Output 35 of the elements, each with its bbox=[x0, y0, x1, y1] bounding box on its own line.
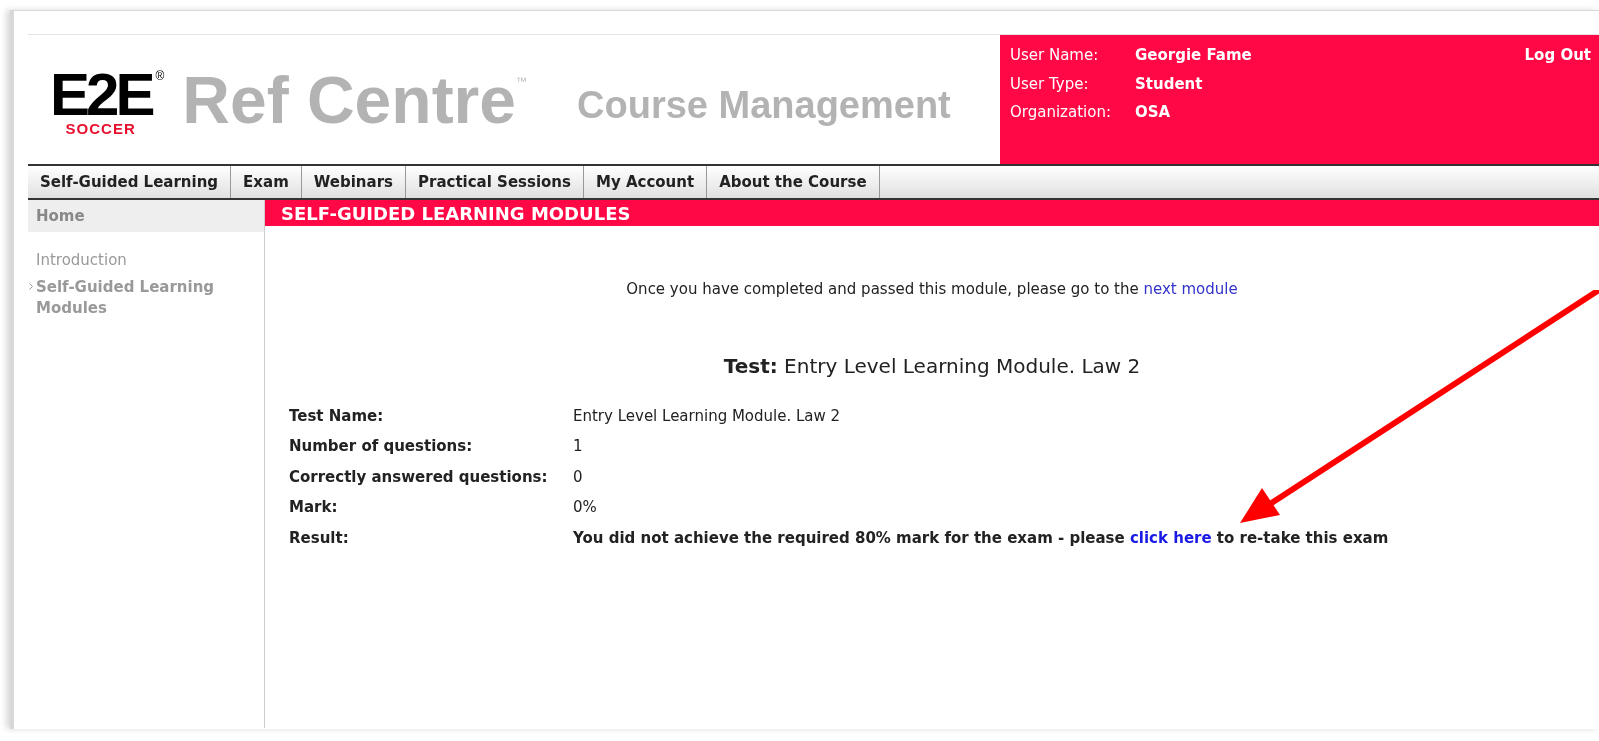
logout-link[interactable]: Log Out bbox=[1524, 44, 1591, 67]
logo-subtitle: SOCCER bbox=[65, 120, 136, 137]
user-field-label: User Type: bbox=[1010, 73, 1090, 95]
section-banner: SELF-GUIDED LEARNING MODULES bbox=[265, 200, 1599, 226]
logo-mark: E2E bbox=[50, 68, 152, 121]
nav-tab[interactable]: Exam bbox=[231, 166, 302, 198]
section-title: Course Management bbox=[577, 83, 951, 128]
user-field-value: OSA bbox=[1135, 102, 1172, 123]
test-heading: Test: Entry Level Learning Module. Law 2 bbox=[722, 352, 1142, 380]
chevron-icon bbox=[29, 283, 33, 290]
registered-sign: ® bbox=[155, 68, 165, 83]
next-module-link[interactable]: next module bbox=[1143, 280, 1238, 298]
user-field-value: Georgie Fame bbox=[1135, 45, 1253, 66]
retake-link[interactable]: click here bbox=[1129, 528, 1212, 547]
nav-tab[interactable]: My Account bbox=[584, 166, 708, 198]
nav-tab[interactable]: Self-Guided Learning bbox=[28, 166, 232, 198]
detail-value: 0 bbox=[573, 466, 584, 488]
nav-tab[interactable]: About the Course bbox=[707, 166, 880, 198]
detail-label: Correctly answered questions: bbox=[289, 466, 549, 488]
result-message: You did not achieve the required 80% mark for the exam - please click here to re-take this exam bbox=[573, 527, 1390, 549]
detail-value: 1 bbox=[573, 436, 584, 457]
detail-value: 0% bbox=[573, 497, 598, 518]
trademark-sign: ™ bbox=[516, 74, 527, 89]
detail-value: Entry Level Learning Module. Law 2 bbox=[573, 405, 842, 427]
user-field-label: Organization: bbox=[1010, 102, 1112, 123]
detail-label: Mark: bbox=[289, 497, 339, 518]
user-field-value: Student bbox=[1135, 73, 1204, 95]
detail-label: Test Name: bbox=[289, 405, 385, 427]
nav-tab[interactable]: Practical Sessions bbox=[406, 166, 584, 198]
detail-label: Result: bbox=[289, 527, 350, 549]
brand-title: Ref Centre bbox=[182, 66, 516, 133]
nav-tab[interactable]: Webinars bbox=[301, 166, 406, 198]
module-notice: Once you have completed and passed this module, please go to the next module bbox=[625, 279, 1239, 300]
detail-label: Number of questions: bbox=[289, 436, 474, 457]
user-field-label: User Name: bbox=[1010, 45, 1100, 66]
